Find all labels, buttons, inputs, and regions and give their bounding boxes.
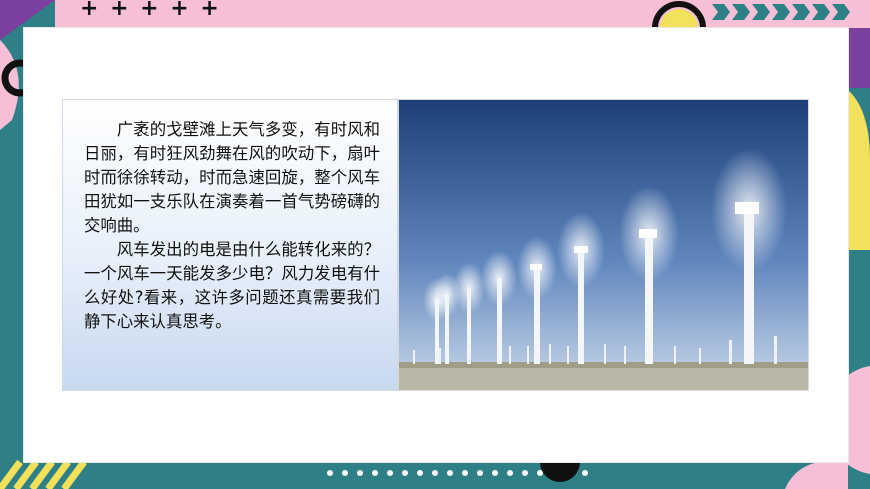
plus-decoration: + + + + + <box>80 0 221 21</box>
paragraph-2: 风车发出的电是由什么能转化来的？一个风车一天能发多少电？风力发电有什么好处?看来… <box>84 240 380 331</box>
text-body: 广袤的戈壁滩上天气多变，有时风和日丽，有时狂风劲舞在风的吹动下，扇叶时而徐徐转动… <box>84 118 380 334</box>
paragraph-1: 广袤的戈壁滩上天气多变，有时风和日丽，有时狂风劲舞在风的吹动下，扇叶时而徐徐转动… <box>84 120 380 235</box>
wind-turbine-illustration <box>399 100 808 390</box>
text-panel: 广袤的戈壁滩上天气多变，有时风和日丽，有时狂风劲舞在风的吹动下，扇叶时而徐徐转动… <box>62 99 398 391</box>
wind-turbine-photo <box>398 99 809 391</box>
